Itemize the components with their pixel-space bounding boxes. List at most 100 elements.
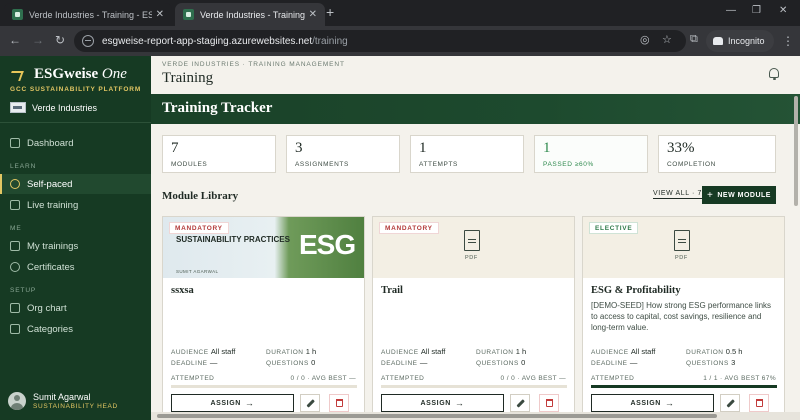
user-name: Sumit Agarwal xyxy=(33,392,91,402)
edit-button[interactable] xyxy=(300,394,320,412)
sidebar-item-certificates[interactable]: Certificates xyxy=(0,257,151,277)
new-module-button[interactable]: + NEW MODULE xyxy=(702,186,776,204)
pencil-icon xyxy=(305,398,315,408)
module-card[interactable]: PDF ELECTIVE ESG & Profitability [DEMO-S… xyxy=(582,216,785,420)
deadline-meta: DEADLINE — xyxy=(591,358,638,367)
scrollbar-thumb[interactable] xyxy=(794,96,798,206)
stat-label: COMPLETION xyxy=(667,161,716,168)
pencil-icon xyxy=(725,398,735,408)
forward-icon[interactable]: → xyxy=(32,34,44,46)
new-tab-icon[interactable]: + xyxy=(326,5,334,19)
stat-completion: 33% COMPLETION xyxy=(658,135,776,173)
duration-meta: DURATION 0.5 h xyxy=(686,347,743,356)
trash-icon xyxy=(755,399,763,407)
attempted-label: ATTEMPTED xyxy=(591,375,635,382)
edit-button[interactable] xyxy=(510,394,530,412)
notification-bell-icon[interactable] xyxy=(769,68,779,80)
address-bar[interactable]: esgweise-report-app-staging.azurewebsite… xyxy=(74,30,686,52)
sidebar-section-setup: SETUP xyxy=(10,287,37,294)
main-content: VERDE INDUSTRIES · TRAINING MANAGEMENT T… xyxy=(151,56,800,420)
stat-attempts: 1 ATTEMPTS xyxy=(410,135,524,173)
browser-menu-icon[interactable]: ⋮ xyxy=(782,34,794,48)
module-title[interactable]: ssxsa xyxy=(171,285,194,296)
user-profile[interactable]: Sumit Agarwal SUSTAINABILITY HEAD xyxy=(8,392,118,410)
sidebar: ESGweise One GCC SUSTAINABILITY PLATFORM… xyxy=(0,56,151,420)
delete-button[interactable] xyxy=(749,394,769,412)
browser-toolbar: ← → ↻ esgweise-report-app-staging.azurew… xyxy=(0,26,800,56)
tracker-banner: Training Tracker xyxy=(151,94,800,124)
questions-meta: QUESTIONS 0 xyxy=(266,358,316,367)
browser-tab[interactable]: Verde Industries - Training - ESG ✕ xyxy=(4,3,172,26)
sidebar-item-live-training[interactable]: Live training xyxy=(0,195,151,215)
org-name: Verde Industries xyxy=(32,102,98,113)
sidebar-item-self-paced[interactable]: Self-paced xyxy=(0,174,151,194)
video-icon xyxy=(10,200,20,210)
trash-icon xyxy=(335,399,343,407)
grid-icon xyxy=(10,138,20,148)
browser-tab-active[interactable]: Verde Industries - Training - ESG ✕ xyxy=(175,3,325,26)
vertical-scrollbar[interactable] xyxy=(792,56,800,412)
eye-off-icon[interactable]: ◎ xyxy=(640,33,650,46)
brand-name: ESGweise One xyxy=(34,66,127,82)
back-icon[interactable]: ← xyxy=(9,34,21,46)
edit-button[interactable] xyxy=(720,394,740,412)
bookmark-star-icon[interactable]: ☆ xyxy=(662,33,672,46)
sidebar-section-learn: LEARN xyxy=(10,163,37,170)
module-library-title: Module Library xyxy=(162,190,239,202)
stat-value: 1 xyxy=(419,140,427,156)
mandatory-badge: MANDATORY xyxy=(169,222,229,234)
stat-value: 7 xyxy=(171,140,179,156)
audience-meta: AUDIENCE All staff xyxy=(381,347,446,356)
module-description: [DEMO-SEED] How strong ESG performance l… xyxy=(591,301,772,332)
module-title[interactable]: ESG & Profitability xyxy=(591,285,681,296)
site-info-icon[interactable] xyxy=(82,35,94,47)
org-logo-icon xyxy=(10,102,26,113)
site-favicon-icon xyxy=(183,9,194,20)
module-card[interactable]: SUSTAINABILITY PRACTICES SUMIT AGARWAL E… xyxy=(162,216,365,420)
sidebar-item-categories[interactable]: Categories xyxy=(0,319,151,339)
stat-modules: 7 MODULES xyxy=(162,135,276,173)
module-title[interactable]: Trail xyxy=(381,285,403,296)
play-circle-icon xyxy=(10,179,20,189)
sidebar-item-org-chart[interactable]: Org chart xyxy=(0,298,151,318)
sidebar-item-dashboard[interactable]: Dashboard xyxy=(0,133,151,153)
stat-label: ATTEMPTS xyxy=(419,161,458,168)
attempt-progress-bar xyxy=(171,385,357,388)
questions-meta: QUESTIONS 3 xyxy=(686,358,736,367)
assign-button[interactable]: ASSIGN → xyxy=(591,394,714,412)
delete-button[interactable] xyxy=(329,394,349,412)
view-all-link[interactable]: VIEW ALL · 7 xyxy=(653,190,702,199)
thumbnail-author: SUMIT AGARWAL xyxy=(176,269,219,274)
horizontal-scrollbar[interactable] xyxy=(151,412,800,420)
avatar xyxy=(8,392,26,410)
incognito-indicator[interactable]: Incognito xyxy=(706,30,774,52)
site-favicon-icon xyxy=(12,9,23,20)
brand-logo[interactable]: ESGweise One xyxy=(10,66,127,83)
delete-button[interactable] xyxy=(539,394,559,412)
attempt-progress-bar xyxy=(381,385,567,388)
users-icon xyxy=(10,303,20,313)
restore-icon[interactable]: ❐ xyxy=(752,5,761,16)
sidebar-item-my-trainings[interactable]: My trainings xyxy=(0,236,151,256)
minimize-icon[interactable]: — xyxy=(726,5,736,16)
module-card[interactable]: PDF MANDATORY Trail AUDIENCE All staff D… xyxy=(372,216,575,420)
org-switcher[interactable]: Verde Industries xyxy=(10,102,97,113)
stat-value: 3 xyxy=(295,140,303,156)
tracker-title: Training Tracker xyxy=(162,100,273,116)
reload-icon[interactable]: ↻ xyxy=(55,34,65,46)
assign-button[interactable]: ASSIGN → xyxy=(381,394,504,412)
page-title: Training xyxy=(162,70,214,86)
questions-meta: QUESTIONS 0 xyxy=(476,358,526,367)
url-text: esgweise-report-app-staging.azurewebsite… xyxy=(102,35,348,47)
scrollbar-thumb[interactable] xyxy=(157,414,717,418)
assign-button[interactable]: ASSIGN → xyxy=(171,394,294,412)
pdf-label: PDF xyxy=(675,255,688,261)
close-tab-icon[interactable]: ✕ xyxy=(156,9,164,20)
award-icon xyxy=(10,262,20,272)
extensions-icon[interactable]: ⧉ xyxy=(690,33,698,46)
arrow-right-icon: → xyxy=(244,398,255,408)
attempted-value: 0 / 0 · AVG BEST — xyxy=(290,375,356,382)
close-tab-icon[interactable]: ✕ xyxy=(309,9,317,20)
browser-tab-strip: Verde Industries - Training - ESG ✕ Verd… xyxy=(0,0,800,26)
close-window-icon[interactable]: ✕ xyxy=(779,5,787,16)
